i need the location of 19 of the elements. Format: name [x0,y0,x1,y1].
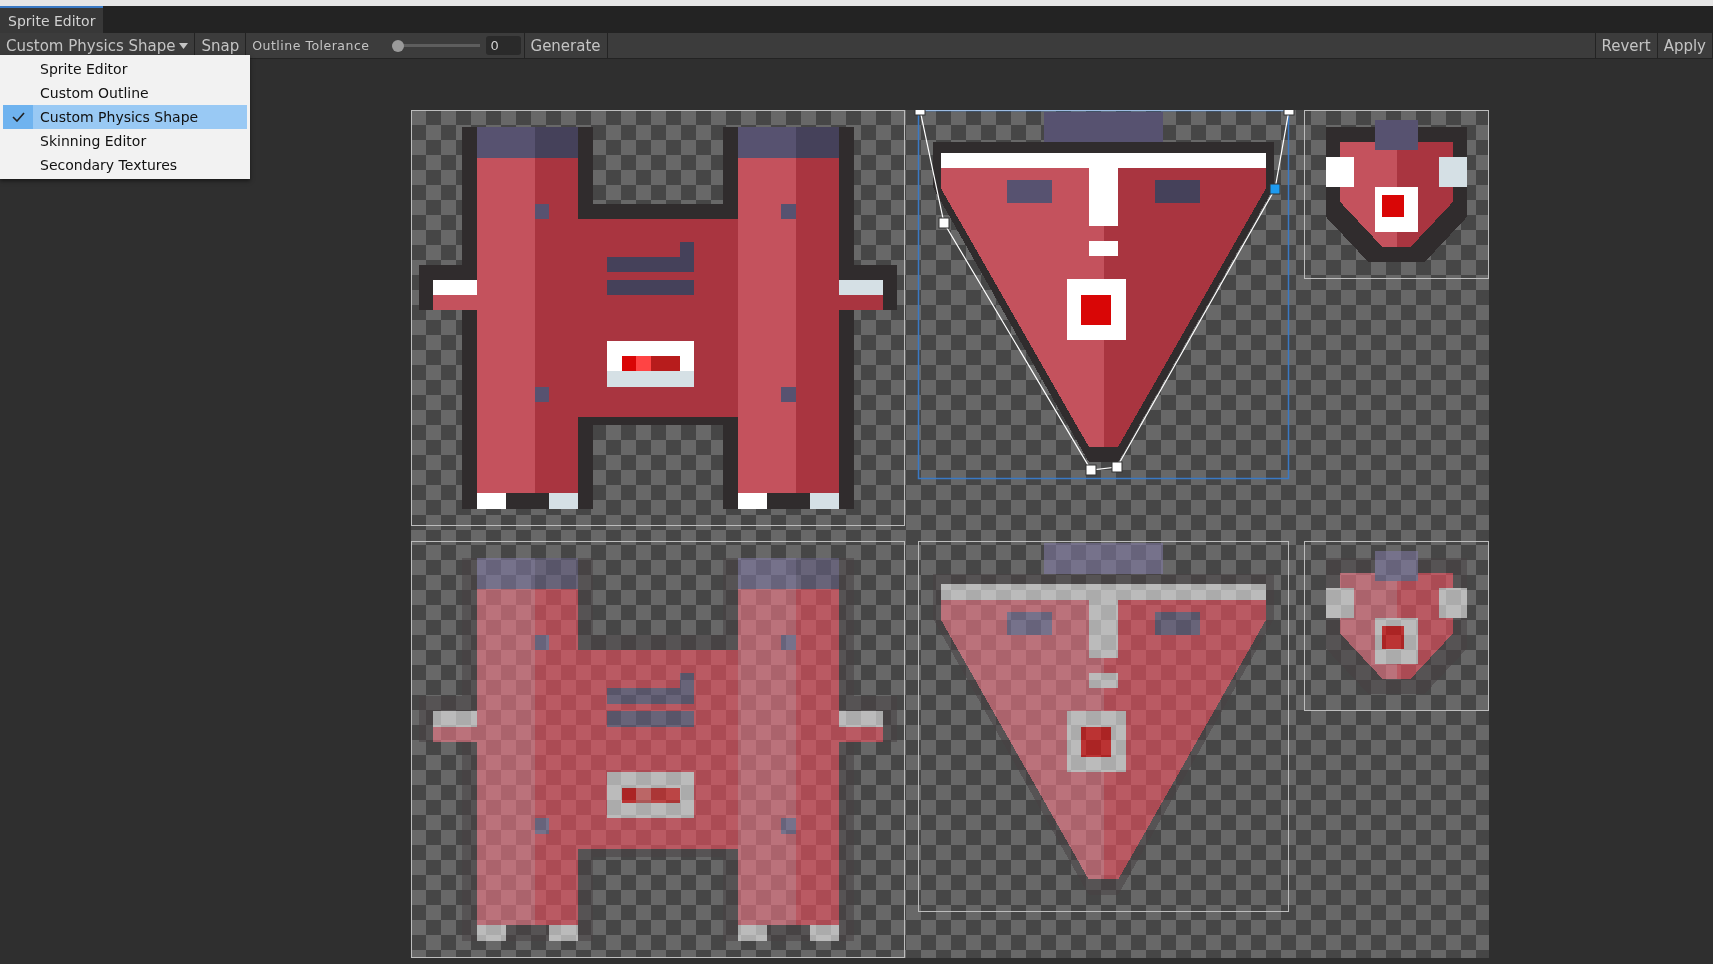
caret-icon [179,42,189,49]
outline-handle[interactable] [938,217,950,229]
menu-item[interactable]: Custom Physics Shape [3,105,247,129]
slider-thumb[interactable] [391,39,404,52]
menu-item[interactable]: Custom Outline [3,81,247,105]
menu-item[interactable]: Secondary Textures [3,153,247,177]
outline-handle[interactable] [914,110,926,116]
outline-handle[interactable] [1283,110,1295,116]
generate-button[interactable]: Generate [523,33,608,58]
outline-handle[interactable] [1111,461,1123,473]
outline-handle[interactable] [1269,183,1281,195]
menu-item[interactable]: Sprite Editor [3,57,247,81]
editor-tab[interactable]: Sprite Editor [0,6,104,33]
outline-handle[interactable] [1085,464,1097,476]
outline-tolerance-label: Outline Tolerance [251,38,371,53]
tolerance-field[interactable]: 0 [485,36,521,55]
check-icon [11,112,25,122]
sprite-frame[interactable] [1304,110,1489,279]
menu-item[interactable]: Skinning Editor [3,129,247,153]
